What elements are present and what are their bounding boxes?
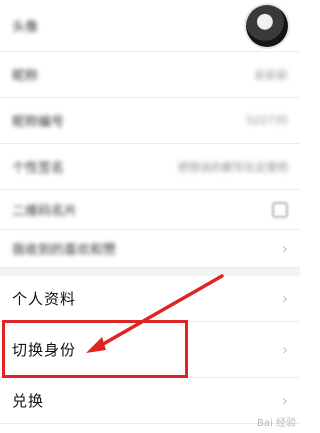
red-arrow	[86, 274, 224, 353]
watermark: Bai 经验	[257, 418, 296, 429]
